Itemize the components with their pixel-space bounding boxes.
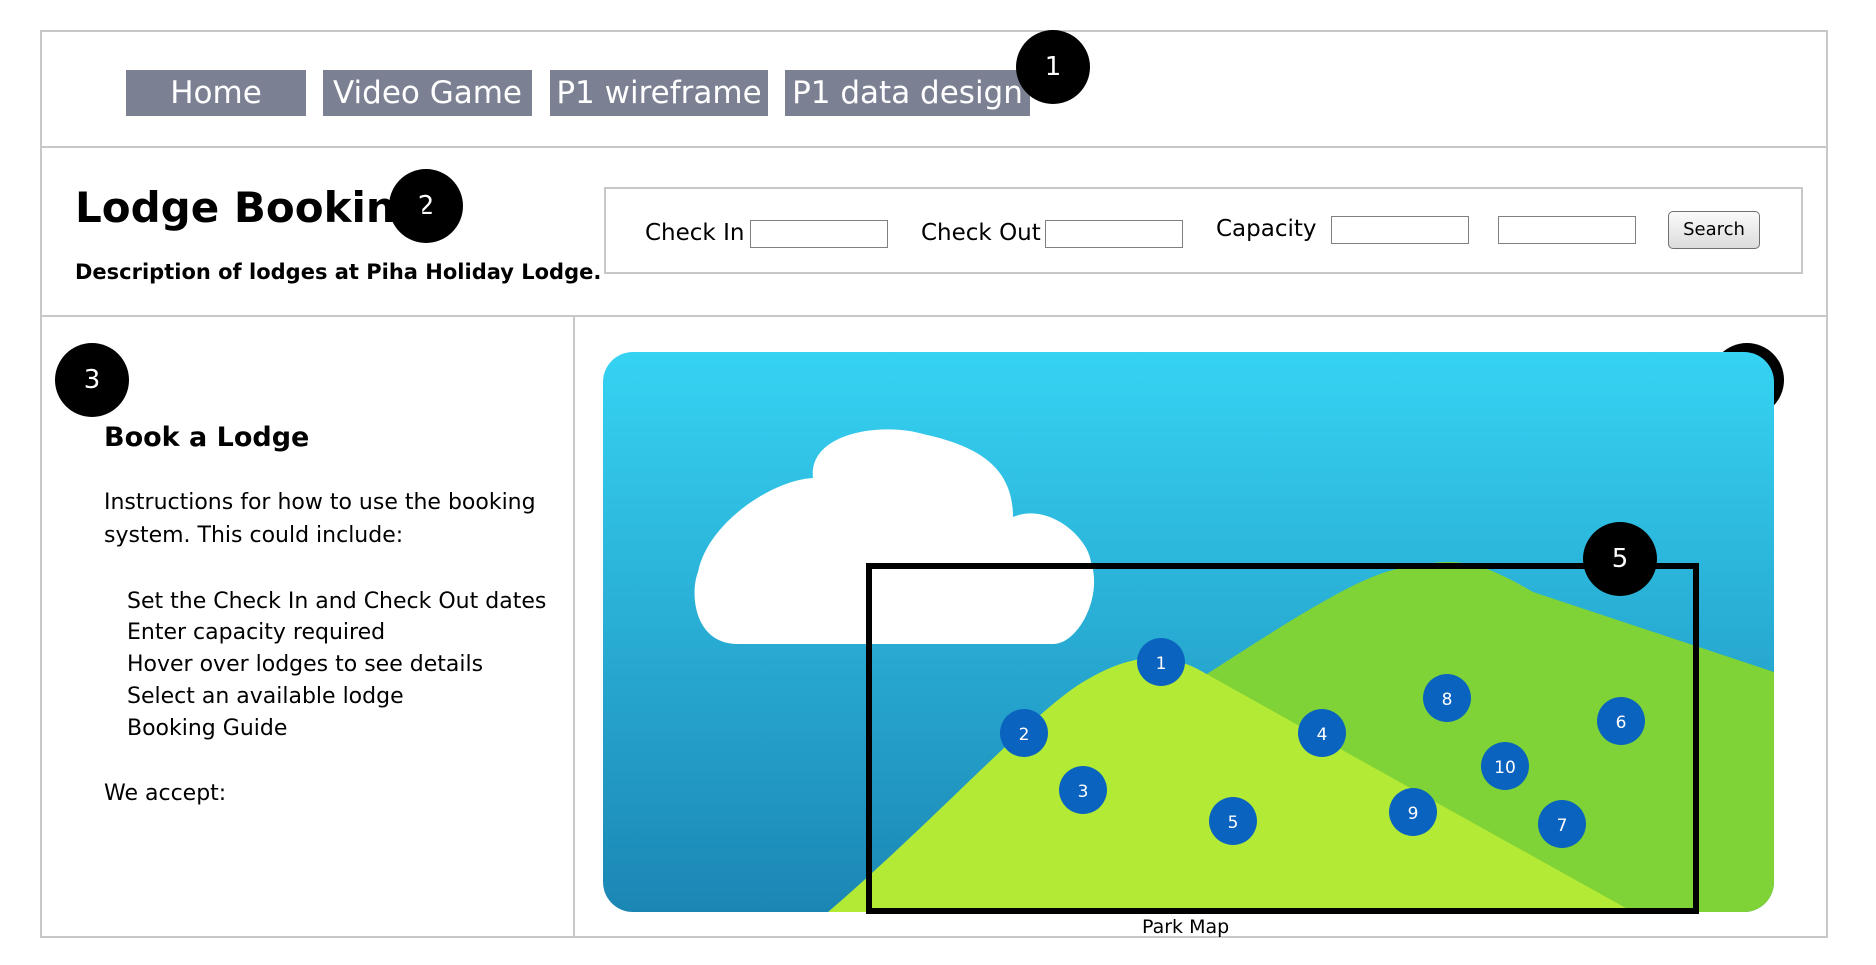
svg-text:6: 6	[1616, 713, 1627, 733]
svg-text:8: 8	[1442, 690, 1453, 710]
lodge-marker[interactable]: 3	[1059, 766, 1107, 814]
lodge-marker-layer: 1 2 3 4 5 6 7 8 9 10	[1000, 638, 1645, 848]
lodge-marker[interactable]: 5	[1209, 797, 1257, 845]
lodge-marker[interactable]: 4	[1298, 709, 1346, 757]
lodge-marker[interactable]: 9	[1389, 788, 1437, 836]
svg-text:4: 4	[1317, 725, 1328, 745]
lodge-marker[interactable]: 2	[1000, 709, 1048, 757]
svg-text:3: 3	[1078, 782, 1089, 802]
svg-text:5: 5	[1228, 813, 1239, 833]
map-caption: Park Map	[1142, 916, 1230, 938]
svg-text:2: 2	[1019, 725, 1030, 745]
svg-text:1: 1	[1156, 654, 1167, 674]
lodge-marker[interactable]: 6	[1597, 697, 1645, 745]
svg-text:9: 9	[1408, 804, 1419, 824]
lodge-marker[interactable]: 8	[1423, 674, 1471, 722]
lodge-marker[interactable]: 7	[1538, 800, 1586, 848]
svg-text:7: 7	[1557, 816, 1568, 836]
lodge-marker[interactable]: 10	[1481, 742, 1529, 790]
svg-text:10: 10	[1494, 758, 1516, 778]
lodge-marker[interactable]: 1	[1137, 638, 1185, 686]
